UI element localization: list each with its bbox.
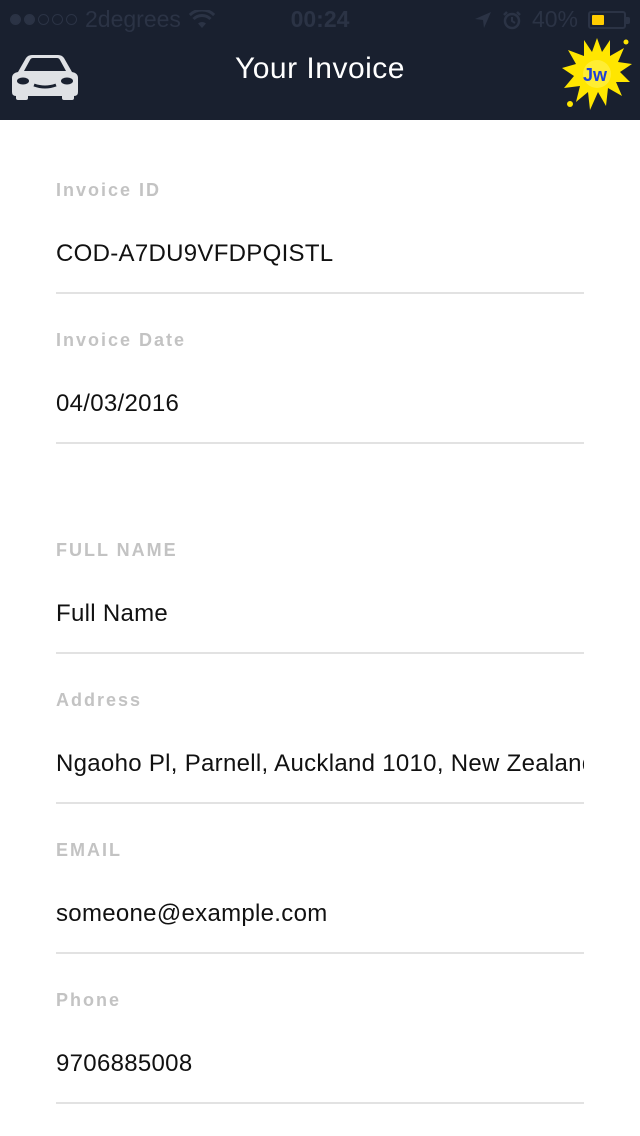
address-input[interactable]: Ngaoho Pl, Parnell, Auckland 1010, New Z… xyxy=(56,750,584,778)
page-title: Your Invoice xyxy=(234,52,405,85)
invoice-id-label: Invoice ID xyxy=(56,180,162,200)
full-name-label: FULL NAME xyxy=(56,540,178,560)
logo-text: Jw xyxy=(583,65,608,85)
full-name-input[interactable]: Full Name xyxy=(56,600,584,628)
status-right: 40% xyxy=(474,6,630,33)
location-arrow-icon xyxy=(474,11,491,28)
email-field[interactable]: EMAIL someone@example.com xyxy=(56,804,584,954)
invoice-id-field[interactable]: Invoice ID COD-A7DU9VFDPQISTL xyxy=(56,120,584,294)
phone-label: Phone xyxy=(56,990,122,1010)
top-bar: 2degrees 00:24 40% Your Invoice Jw xyxy=(0,0,640,120)
battery-icon xyxy=(588,10,630,29)
address-field[interactable]: Address Ngaoho Pl, Parnell, Auckland 101… xyxy=(56,654,584,804)
invoice-id-value[interactable]: COD-A7DU9VFDPQISTL xyxy=(56,240,584,268)
email-label: EMAIL xyxy=(56,840,122,860)
invoice-date-label: Invoice Date xyxy=(56,330,187,350)
email-input[interactable]: someone@example.com xyxy=(56,900,584,928)
battery-percent: 40% xyxy=(531,6,578,32)
phone-input[interactable]: 9706885008 xyxy=(56,1050,584,1078)
address-label: Address xyxy=(56,690,143,710)
invoice-date-value[interactable]: 04/03/2016 xyxy=(56,390,584,418)
full-name-field[interactable]: FULL NAME Full Name xyxy=(56,444,584,654)
phone-field[interactable]: Phone 9706885008 xyxy=(56,954,584,1104)
alarm-clock-icon xyxy=(503,10,521,29)
invoice-form: Invoice ID COD-A7DU9VFDPQISTL Invoice Da… xyxy=(56,120,584,1104)
status-bar: 2degrees 00:24 40% xyxy=(0,0,640,40)
invoice-date-field[interactable]: Invoice Date 04/03/2016 xyxy=(56,294,584,444)
splash-logo-icon: Jw xyxy=(562,38,632,110)
